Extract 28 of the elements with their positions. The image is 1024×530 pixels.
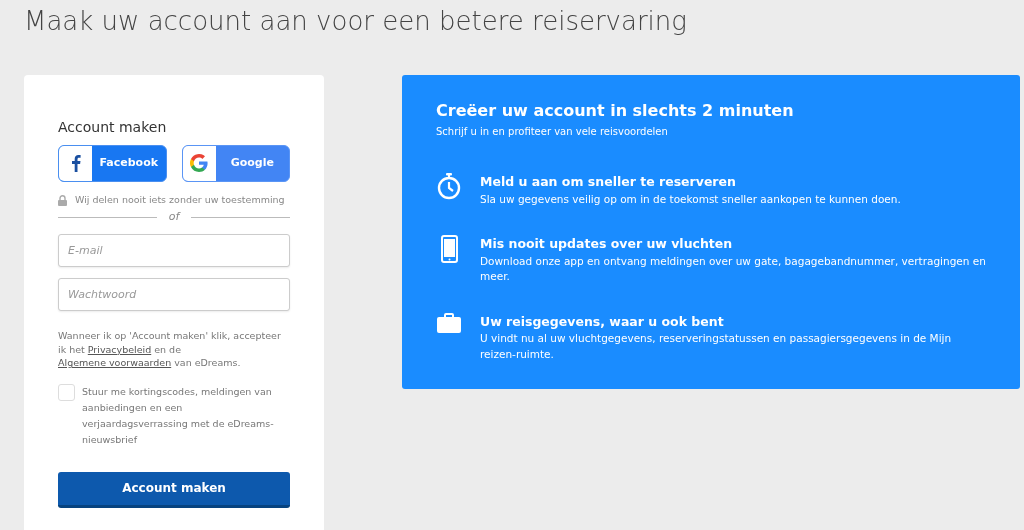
email-field[interactable]: E-mail [58,233,290,267]
newsletter-checkbox[interactable] [58,384,75,402]
briefcase-icon [437,312,461,333]
divider-label: of [168,209,180,226]
benefit-title: Meld u aan om sneller te reserveren [480,173,737,192]
promo-title: Creëer uw account in slechts 2 minuten [436,101,795,121]
create-account-button[interactable]: Account maken [58,471,290,508]
benefit-text: Download onze app en ontvang meldingen over uw gate, bagagebandnummer, vertragingen en meer. [480,254,986,285]
google-icon [190,154,208,173]
google-button[interactable]: Google [181,145,290,182]
page-title: Maak uw account aan voor een betere reiservaring [24,6,688,38]
password-field[interactable]: Wachtwoord [58,277,290,311]
privacy-note: Wij delen nooit iets zonder uw toestemming [75,193,285,207]
privacy-link[interactable]: Privacybeleid [87,343,152,355]
phone-icon [440,235,458,264]
facebook-icon [70,154,81,173]
stopwatch-icon [437,173,461,201]
benefit-title: Mis nooit updates over uw vluchten [480,235,734,254]
benefit-text: Sla uw gegevens veilig op om in de toekomst sneller aankopen te kunnen doen. [480,192,901,208]
terms-text: Wanneer ik op 'Account maken' klik, accepteer ik het Privacybeleid en de Algemene voorwaarden van eDreams. [58,328,282,371]
benefit-title: Uw reisgegevens, waar u ook bent [480,312,725,331]
newsletter-label: Stuur me kortingscodes, meldingen van aanbiedingen en een verjaardagsverrassing met de eDreams-nieuwsbrief [82,385,275,448]
promo-subtitle: Schrijf u in en profiteer van vele reisvoordelen [436,125,669,140]
lock-icon [58,194,67,206]
facebook-button[interactable]: Facebook [58,145,167,182]
terms-link[interactable]: Algemene voorwaarden [58,357,172,369]
benefit-text: U vindt nu al uw vluchtgegevens, reserveringstatussen en passagiersgegevens in de Mijn reizen-ruimte. [480,331,953,362]
form-heading: Account maken [58,119,168,136]
